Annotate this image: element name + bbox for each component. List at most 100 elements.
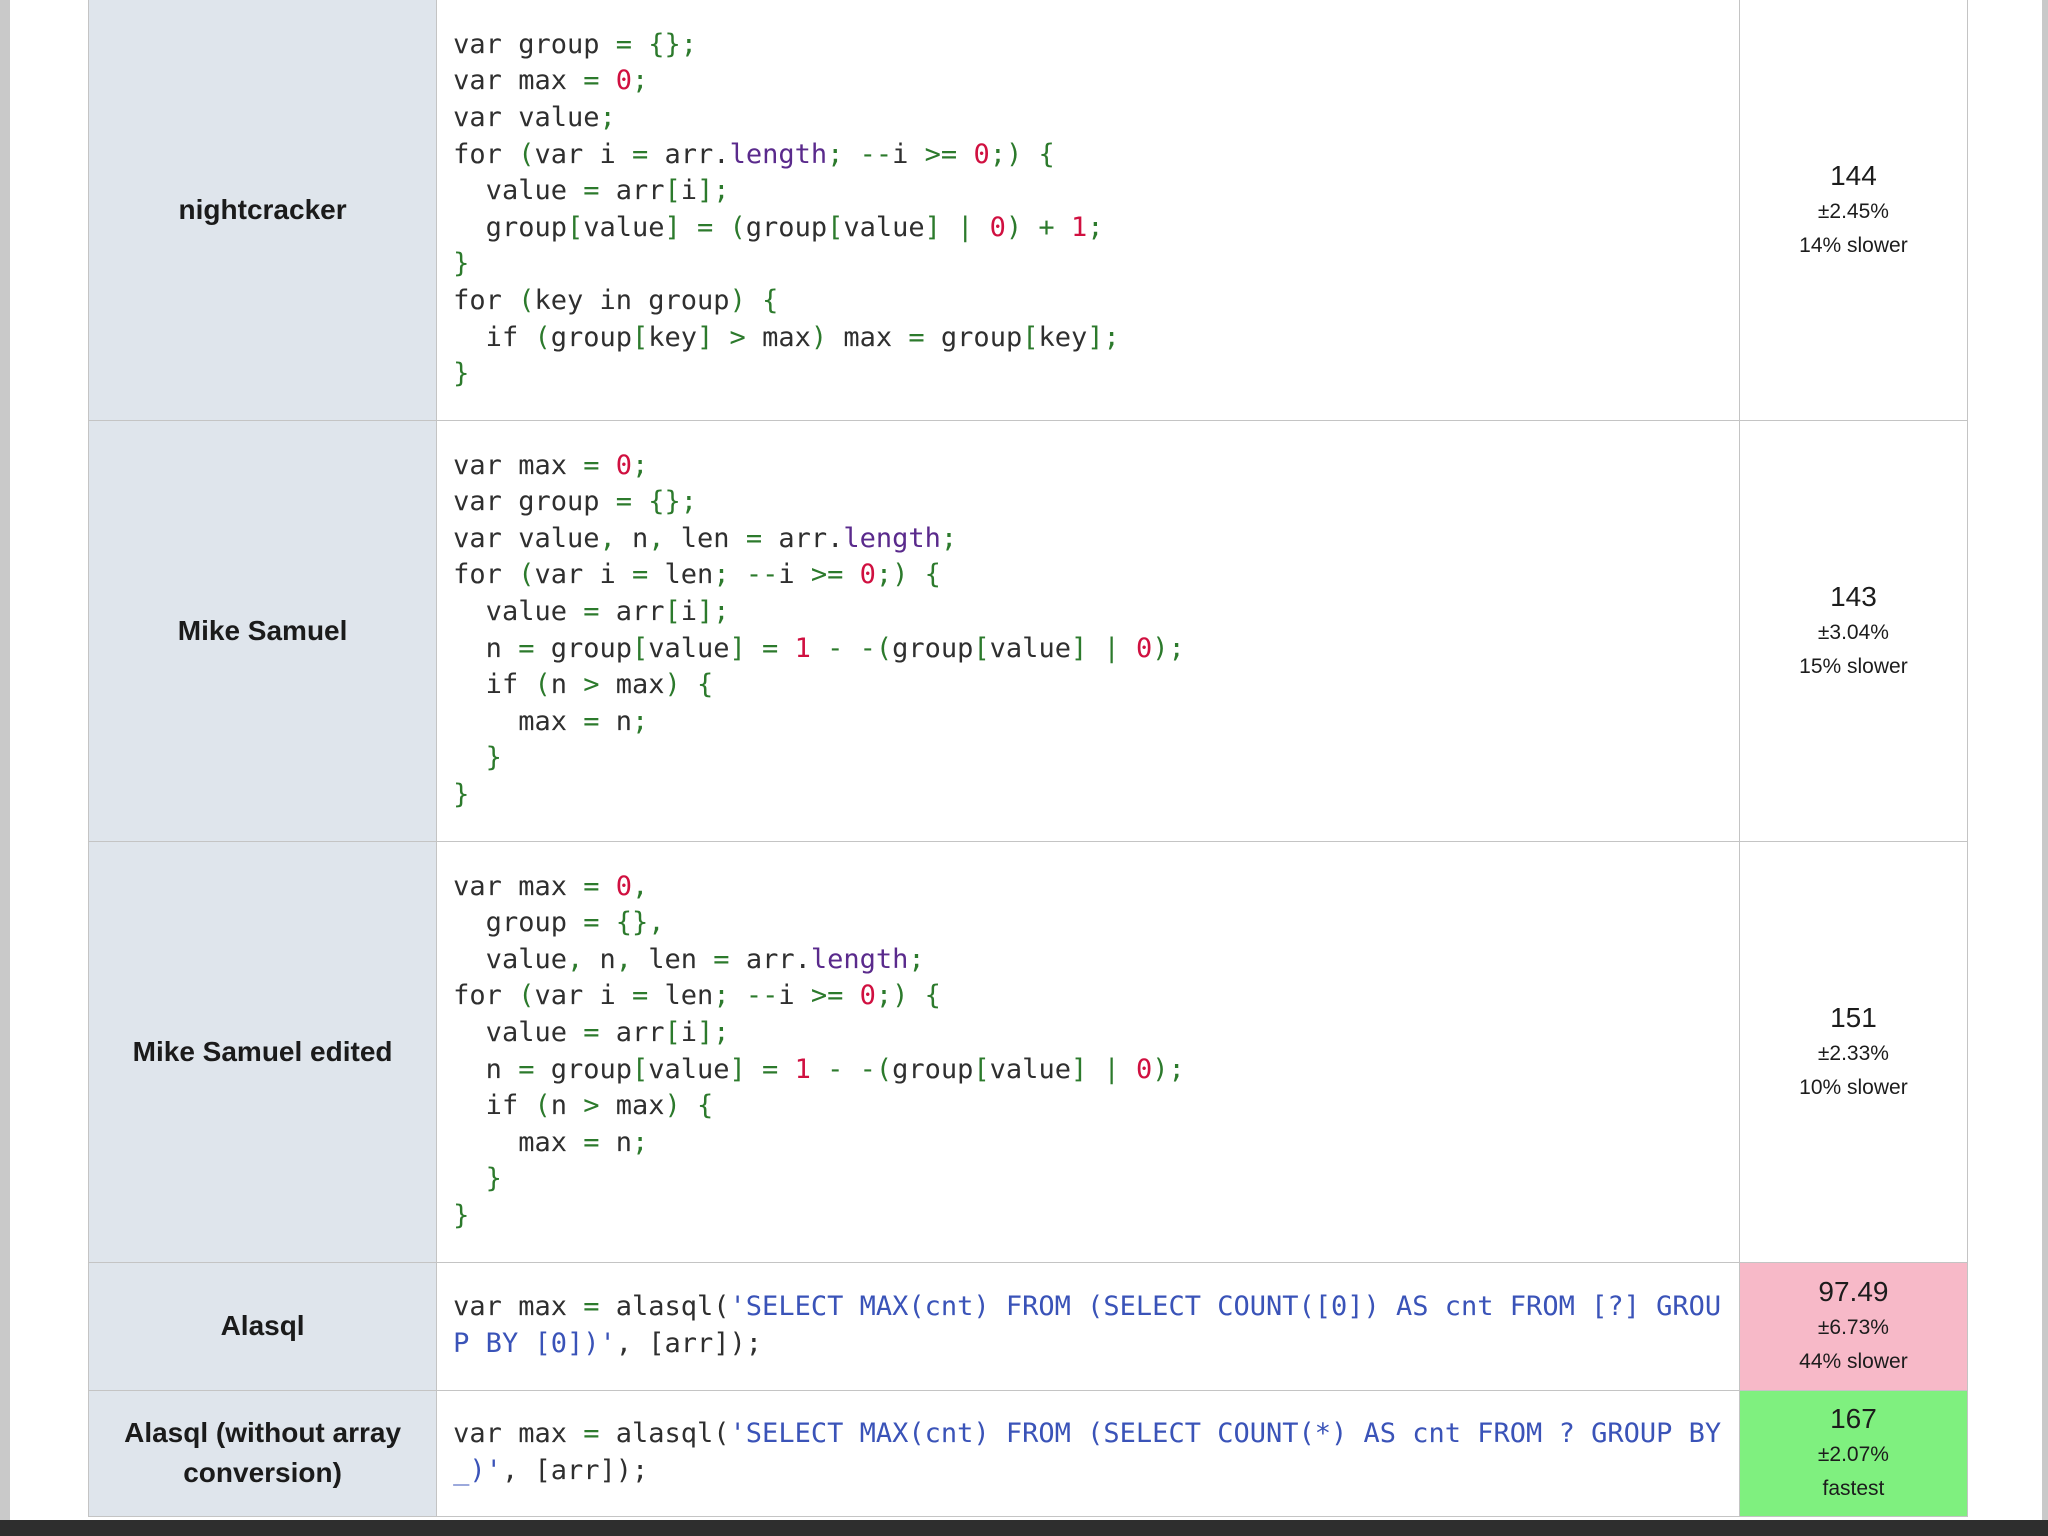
code-token: (	[518, 284, 535, 316]
code-token: var	[453, 1291, 519, 1323]
code-token: 1	[794, 632, 828, 664]
code-token: i	[680, 175, 698, 207]
code-token: length	[729, 138, 828, 170]
code-token: >	[583, 1090, 616, 1122]
code-token: ;	[632, 65, 649, 97]
code-token: [	[664, 595, 681, 627]
code-token: var	[453, 522, 519, 554]
code-token: , [arr]);	[615, 1328, 763, 1359]
code-token: ,	[648, 522, 681, 554]
code-token: 0	[859, 980, 876, 1012]
code-token: group	[453, 907, 584, 939]
code-token: length	[810, 943, 909, 975]
code-token: value	[989, 1053, 1071, 1085]
code-token: )	[810, 321, 844, 353]
test-result-slowest: 97.49 ±6.73% 44% slower	[1738, 1261, 1969, 1391]
ops-per-sec: 143	[1830, 580, 1877, 612]
code-token: n	[615, 705, 632, 737]
code-token: ,	[566, 943, 600, 975]
code-token: [	[664, 1016, 681, 1048]
code-block: var max = 0; var group = {}; var value, …	[453, 448, 1723, 814]
code-token: arr.	[778, 522, 844, 554]
code-token: }	[453, 742, 502, 774]
code-token: =	[632, 138, 665, 170]
code-token: n	[615, 1126, 632, 1158]
code-token: =	[632, 559, 665, 591]
code-token: len	[664, 559, 714, 591]
code-token: if	[453, 1090, 535, 1122]
code-token: arr	[615, 595, 665, 627]
code-token: =	[713, 943, 746, 975]
code-token: max	[518, 1418, 584, 1450]
code-token: ;	[940, 522, 958, 554]
code-token: group	[550, 632, 632, 664]
ops-per-sec: 167	[1830, 1403, 1877, 1434]
code-token: max	[453, 1126, 584, 1158]
code-token: ] = (	[664, 211, 746, 243]
test-code: var max = 0; var group = {}; var value, …	[436, 419, 1740, 842]
code-token: alasql(	[615, 1418, 730, 1450]
code-token: =	[583, 1016, 616, 1048]
code-token: value	[583, 211, 665, 243]
code-token: }	[453, 1163, 502, 1195]
test-row-mike-samuel-edited: Mike Samuel edited var max = 0, group = …	[87, 840, 1969, 1263]
code-token: key	[1038, 321, 1088, 353]
margin-of-error: ±2.33%	[1817, 1041, 1889, 1065]
margin-of-error: ±2.07%	[1817, 1443, 1889, 1466]
code-token: ; --	[827, 138, 893, 170]
code-token: value	[453, 175, 584, 207]
code-token: >=	[810, 559, 860, 591]
code-token: value	[648, 1053, 730, 1085]
margin-of-error: ±2.45%	[1817, 199, 1889, 223]
code-token: arr.	[745, 943, 811, 975]
code-token: i	[892, 138, 925, 170]
code-token: max	[615, 669, 665, 701]
code-token: value	[518, 522, 600, 554]
code-token: ; --	[713, 980, 779, 1012]
code-token: value	[648, 632, 730, 664]
code-token: =	[583, 1126, 616, 1158]
code-token: 0	[989, 211, 1006, 243]
code-token: alasql(	[615, 1291, 730, 1323]
test-row-mike-samuel: Mike Samuel var max = 0; var group = {};…	[87, 419, 1969, 842]
code-token: =	[632, 980, 665, 1012]
code-token: if	[453, 669, 535, 701]
code-token: ] >	[697, 321, 763, 353]
code-token: [	[973, 632, 990, 664]
code-block: var max = alasql('SELECT MAX(cnt) FROM (…	[453, 1416, 1723, 1489]
code-token: - -(	[827, 632, 893, 664]
code-token: group	[892, 1053, 974, 1085]
code-token: for	[453, 138, 519, 170]
code-token: n	[453, 632, 519, 664]
code-block: var max = alasql('SELECT MAX(cnt) FROM (…	[453, 1289, 1723, 1362]
code-token: group	[940, 321, 1023, 353]
code-token: [	[632, 632, 649, 664]
code-token: ;	[632, 449, 649, 481]
code-token: ] |	[1070, 1053, 1136, 1085]
code-token: ;	[632, 705, 649, 737]
code-token: var	[453, 449, 519, 481]
code-token: value	[453, 595, 584, 627]
code-token: (	[534, 321, 551, 353]
code-token: ; --	[713, 559, 779, 591]
window-bottom-bar	[0, 1520, 2048, 1536]
relative-speed: 44% slower	[1799, 1350, 1908, 1373]
code-token: len	[664, 980, 714, 1012]
code-token: 1	[1070, 211, 1088, 243]
code-token: [	[827, 211, 844, 243]
code-token: }	[453, 248, 470, 280]
code-token: =	[908, 321, 941, 353]
code-token: group	[518, 28, 616, 60]
test-result: 143 ±3.04% 15% slower	[1738, 419, 1969, 842]
code-token: for	[453, 980, 519, 1012]
code-token: =	[583, 595, 616, 627]
code-token: - -(	[827, 1053, 893, 1085]
code-token: ] |	[1070, 632, 1136, 664]
code-token: [	[566, 211, 584, 243]
code-token: ) {	[729, 284, 779, 316]
code-token: i	[778, 980, 811, 1012]
code-token: var	[453, 65, 519, 97]
code-token: [	[973, 1053, 990, 1085]
test-name: Alasql	[87, 1261, 438, 1391]
test-name: nightcracker	[87, 0, 438, 421]
